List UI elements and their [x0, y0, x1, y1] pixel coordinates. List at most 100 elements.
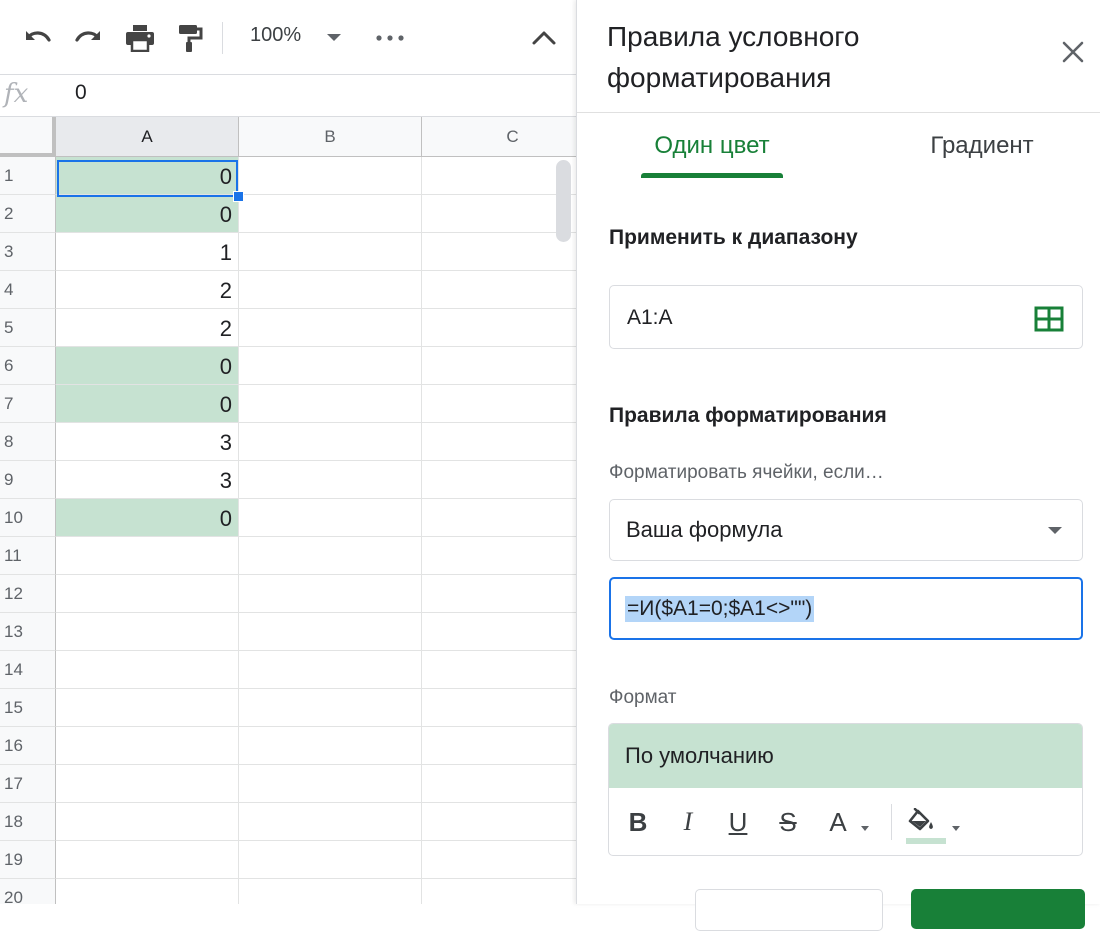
- fill-color-button[interactable]: [905, 804, 939, 840]
- row-header[interactable]: 6: [0, 347, 56, 385]
- cell-c15[interactable]: [422, 689, 576, 727]
- cell-a14[interactable]: [56, 651, 239, 689]
- cell-c2[interactable]: [422, 195, 576, 233]
- range-input[interactable]: A1:A: [609, 285, 1083, 349]
- more-button[interactable]: [370, 22, 410, 54]
- format-preview[interactable]: По умолчанию: [609, 724, 1082, 788]
- cell-b11[interactable]: [239, 537, 422, 575]
- fill-handle[interactable]: [233, 191, 244, 202]
- row-header[interactable]: 2: [0, 195, 56, 233]
- cell-a6[interactable]: 0: [56, 347, 239, 385]
- cell-c6[interactable]: [422, 347, 576, 385]
- row-header[interactable]: 16: [0, 727, 56, 765]
- cell-a2[interactable]: 0: [56, 195, 239, 233]
- cell-c7[interactable]: [422, 385, 576, 423]
- row-header[interactable]: 12: [0, 575, 56, 613]
- cell-a20[interactable]: [56, 879, 239, 904]
- fill-color-dropdown-icon[interactable]: [952, 826, 960, 831]
- italic-button[interactable]: I: [673, 804, 703, 840]
- row-header[interactable]: 19: [0, 841, 56, 879]
- undo-button[interactable]: [20, 22, 56, 54]
- cell-a12[interactable]: [56, 575, 239, 613]
- tab-single-color[interactable]: Один цвет: [641, 132, 783, 178]
- cell-b13[interactable]: [239, 613, 422, 651]
- strikethrough-button[interactable]: S: [773, 804, 803, 840]
- cell-c17[interactable]: [422, 765, 576, 803]
- redo-button[interactable]: [70, 22, 106, 54]
- cell-a17[interactable]: [56, 765, 239, 803]
- cell-c1[interactable]: [422, 157, 576, 195]
- row-header[interactable]: 1: [0, 157, 56, 195]
- cell-b5[interactable]: [239, 309, 422, 347]
- cell-b6[interactable]: [239, 347, 422, 385]
- underline-button[interactable]: U: [723, 804, 753, 840]
- cell-b3[interactable]: [239, 233, 422, 271]
- cell-a16[interactable]: [56, 727, 239, 765]
- cell-c20[interactable]: [422, 879, 576, 904]
- cell-a9[interactable]: 3: [56, 461, 239, 499]
- cell-b9[interactable]: [239, 461, 422, 499]
- cell-b17[interactable]: [239, 765, 422, 803]
- row-header[interactable]: 9: [0, 461, 56, 499]
- row-header[interactable]: 4: [0, 271, 56, 309]
- cell-b2[interactable]: [239, 195, 422, 233]
- row-header[interactable]: 3: [0, 233, 56, 271]
- cell-a11[interactable]: [56, 537, 239, 575]
- cell-b16[interactable]: [239, 727, 422, 765]
- cell-b8[interactable]: [239, 423, 422, 461]
- vertical-scrollbar[interactable]: [556, 160, 571, 242]
- cell-c19[interactable]: [422, 841, 576, 879]
- cell-a8[interactable]: 3: [56, 423, 239, 461]
- row-header[interactable]: 7: [0, 385, 56, 423]
- tab-gradient[interactable]: Градиент: [917, 132, 1047, 178]
- column-header-a[interactable]: A: [56, 117, 239, 157]
- cell-b18[interactable]: [239, 803, 422, 841]
- custom-formula-input[interactable]: =И($A1=0;$A1<>""): [609, 577, 1083, 640]
- cell-b7[interactable]: [239, 385, 422, 423]
- cell-b19[interactable]: [239, 841, 422, 879]
- cell-c8[interactable]: [422, 423, 576, 461]
- select-range-button[interactable]: [1034, 306, 1064, 337]
- zoom-dropdown-icon[interactable]: [327, 34, 341, 41]
- cell-c11[interactable]: [422, 537, 576, 575]
- row-header[interactable]: 18: [0, 803, 56, 841]
- cell-b12[interactable]: [239, 575, 422, 613]
- cell-a19[interactable]: [56, 841, 239, 879]
- cell-a15[interactable]: [56, 689, 239, 727]
- cell-b10[interactable]: [239, 499, 422, 537]
- cell-a1[interactable]: 0: [56, 157, 239, 195]
- cell-c4[interactable]: [422, 271, 576, 309]
- text-color-dropdown-icon[interactable]: [861, 826, 869, 831]
- cell-a10[interactable]: 0: [56, 499, 239, 537]
- cancel-button[interactable]: [695, 889, 883, 931]
- cell-c14[interactable]: [422, 651, 576, 689]
- text-color-button[interactable]: A: [823, 804, 853, 840]
- cell-c12[interactable]: [422, 575, 576, 613]
- row-header[interactable]: 10: [0, 499, 56, 537]
- condition-select[interactable]: Ваша формула: [609, 499, 1083, 561]
- select-all-corner[interactable]: [0, 117, 56, 157]
- row-header[interactable]: 8: [0, 423, 56, 461]
- cell-a7[interactable]: 0: [56, 385, 239, 423]
- cell-c10[interactable]: [422, 499, 576, 537]
- row-header[interactable]: 11: [0, 537, 56, 575]
- collapse-toolbar-button[interactable]: [526, 22, 562, 54]
- zoom-select[interactable]: 100%: [250, 24, 301, 47]
- column-header-c[interactable]: C: [422, 117, 576, 157]
- done-button[interactable]: [911, 889, 1085, 929]
- cell-a5[interactable]: 2: [56, 309, 239, 347]
- formula-bar-input[interactable]: 0: [75, 81, 87, 105]
- row-header[interactable]: 17: [0, 765, 56, 803]
- row-header[interactable]: 20: [0, 879, 56, 904]
- cell-c5[interactable]: [422, 309, 576, 347]
- cell-c3[interactable]: [422, 233, 576, 271]
- print-button[interactable]: [122, 22, 158, 54]
- cell-c13[interactable]: [422, 613, 576, 651]
- cell-a18[interactable]: [56, 803, 239, 841]
- paint-format-button[interactable]: [174, 22, 206, 54]
- row-header[interactable]: 14: [0, 651, 56, 689]
- cell-b15[interactable]: [239, 689, 422, 727]
- row-header[interactable]: 15: [0, 689, 56, 727]
- cell-a4[interactable]: 2: [56, 271, 239, 309]
- cell-b1[interactable]: [239, 157, 422, 195]
